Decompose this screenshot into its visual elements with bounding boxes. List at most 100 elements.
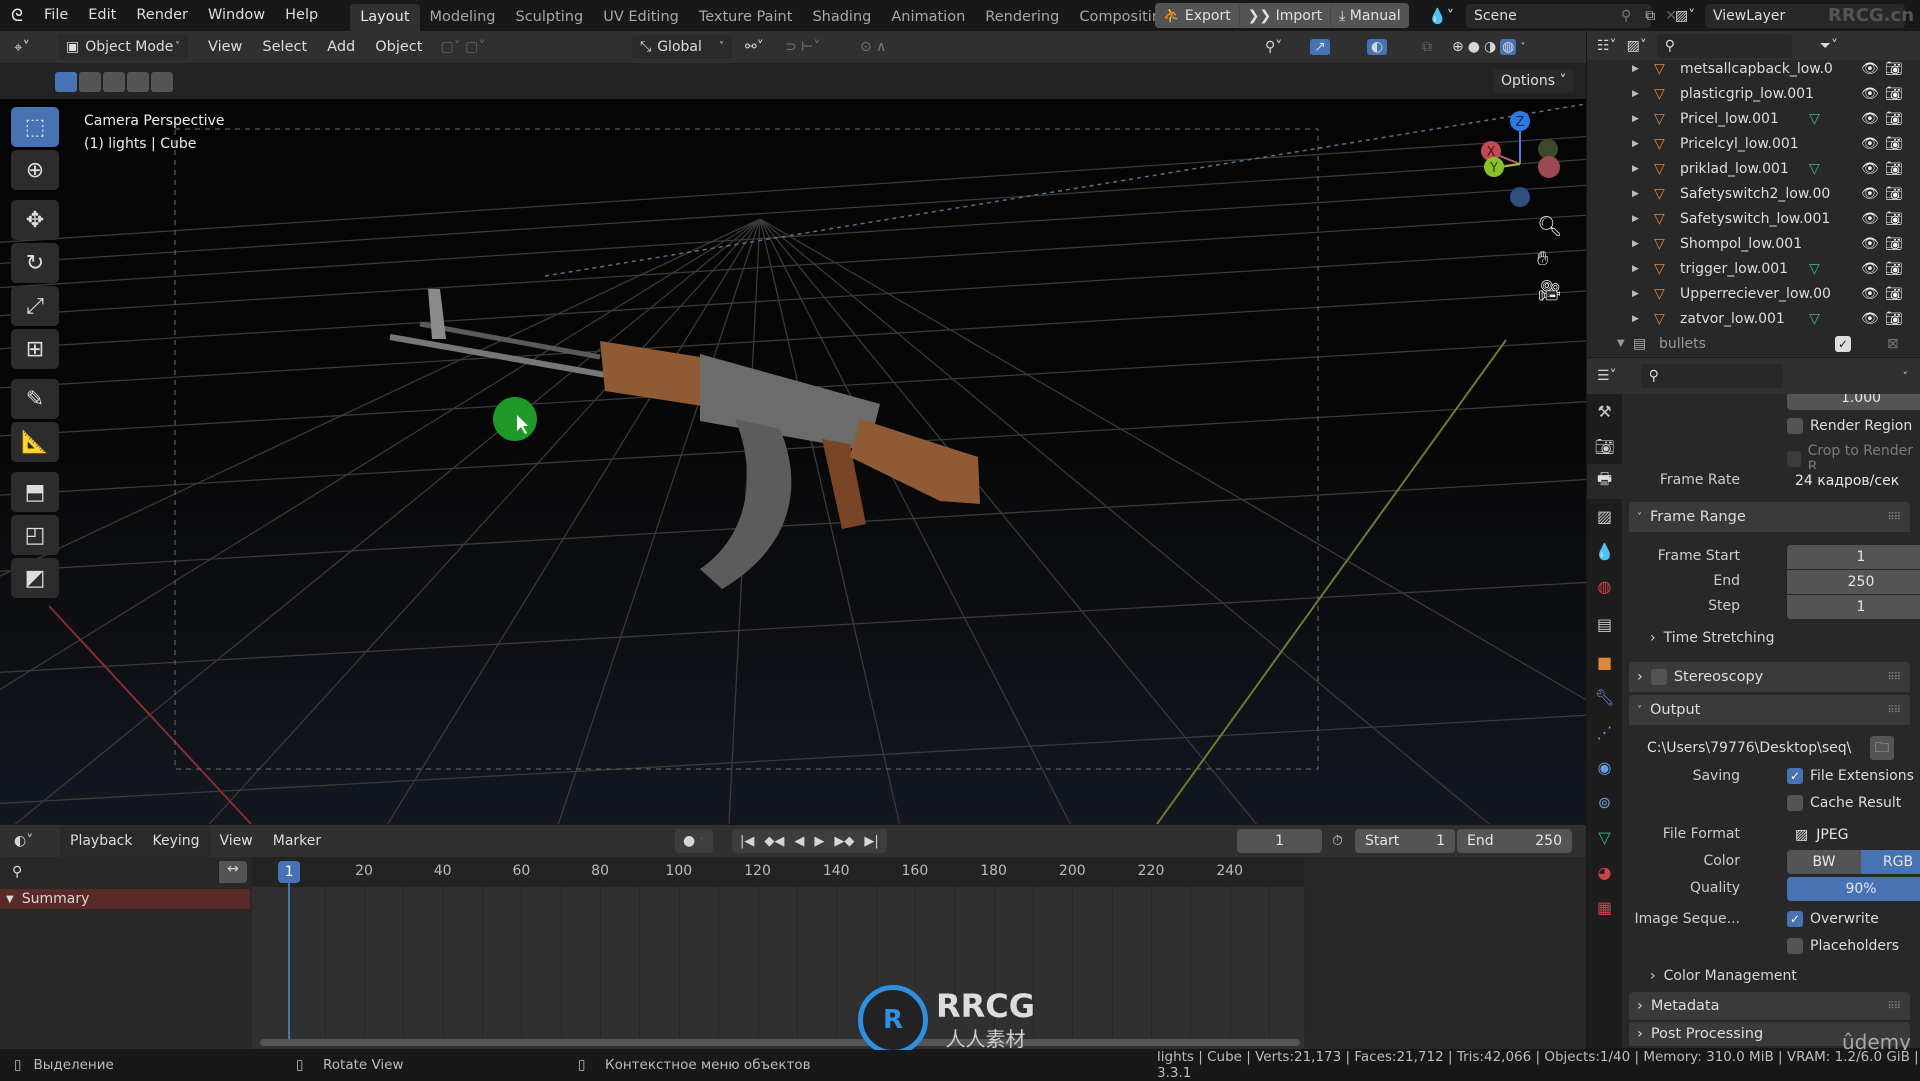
- stereoscopy-checkbox[interactable]: [1650, 669, 1667, 685]
- camera-render-icon[interactable]: 📷︎: [1885, 136, 1903, 152]
- stopwatch-icon[interactable]: ⏱: [1332, 833, 1343, 849]
- tool-tab-icon[interactable]: ⚒: [1587, 394, 1622, 429]
- 3d-viewport[interactable]: Z X Y Camera Perspective (1) lights | Cu…: [0, 99, 1586, 824]
- properties-search[interactable]: ⚲: [1640, 364, 1783, 388]
- prev-keyframe-icon[interactable]: ◆◀: [764, 834, 784, 849]
- expand-arrow-icon[interactable]: ▼: [6, 894, 14, 905]
- drag-handle-icon[interactable]: ⠿⠿: [1887, 512, 1901, 523]
- outliner-item[interactable]: ▶ ▽ Safetyswitch2_low.00 👁︎ 📷︎: [1587, 181, 1920, 206]
- camera-render-icon[interactable]: 📷︎: [1885, 61, 1903, 77]
- collection-checkbox[interactable]: ✓: [1835, 335, 1851, 352]
- mesh-data-tab-icon[interactable]: ▽: [1587, 820, 1622, 855]
- camera-render-icon[interactable]: 📷︎: [1885, 261, 1903, 277]
- texture-tab-icon[interactable]: ▦: [1587, 890, 1622, 925]
- current-frame-field[interactable]: 1: [1237, 829, 1322, 853]
- viewport-menu-add[interactable]: Add: [317, 32, 365, 63]
- select-intersect-icon[interactable]: [151, 72, 173, 92]
- channel-search-input[interactable]: ⚲: [4, 861, 219, 883]
- menu-help[interactable]: Help: [275, 0, 328, 31]
- expand-arrow-icon[interactable]: ▶: [1632, 264, 1654, 274]
- snap-icon[interactable]: ⊃ ⊢˅: [785, 39, 820, 55]
- file-extensions-checkbox[interactable]: ✓ File Extensions: [1787, 768, 1914, 784]
- end-frame-field[interactable]: End 250: [1457, 829, 1572, 853]
- mesh-data-icon[interactable]: ▽: [1809, 261, 1820, 277]
- import-button[interactable]: ❯❯ Import: [1238, 3, 1331, 28]
- visibility-icon[interactable]: ⚲˅: [1265, 39, 1282, 55]
- eye-icon[interactable]: 👁︎: [1861, 61, 1879, 77]
- expand-arrow-icon[interactable]: ▶: [1632, 64, 1654, 74]
- view-layer-tab-icon[interactable]: ▨: [1587, 499, 1622, 534]
- eye-icon[interactable]: 👁︎: [1861, 311, 1879, 327]
- material-shading-icon[interactable]: ◑: [1484, 39, 1496, 55]
- next-keyframe-icon[interactable]: ▶◆: [834, 834, 854, 849]
- select-new-icon[interactable]: [55, 72, 77, 92]
- frame-step-field[interactable]: 1: [1787, 595, 1920, 619]
- outliner-item[interactable]: ▶ ▽ Safetyswitch_low.001 👁︎ 📷︎: [1587, 206, 1920, 231]
- material-tab-icon[interactable]: ◕: [1587, 855, 1622, 890]
- output-path-field[interactable]: C:\Users\79776\Desktop\seq\: [1639, 736, 1865, 760]
- pin-icon[interactable]: ⚲: [1621, 8, 1631, 24]
- placeholders-checkbox[interactable]: Placeholders: [1787, 938, 1899, 954]
- particles-tab-icon[interactable]: ⋰: [1587, 715, 1622, 750]
- viewport-menu-view[interactable]: View: [198, 32, 252, 63]
- outliner-item[interactable]: ▶ ▽ trigger_low.001 ▽ 👁︎ 📷︎: [1587, 256, 1920, 281]
- expand-arrow-icon[interactable]: ▶: [1632, 189, 1654, 199]
- cursor-tool[interactable]: ⊕: [11, 150, 59, 190]
- expand-arrow-icon[interactable]: ▼: [1617, 338, 1633, 349]
- pivot-point-icon[interactable]: ⚯˅: [745, 39, 764, 55]
- viewport-menu-select[interactable]: Select: [252, 32, 317, 63]
- wireframe-shading-icon[interactable]: ⊕: [1452, 39, 1464, 55]
- viewport-menu-object[interactable]: Object: [365, 32, 432, 63]
- constraints-tab-icon[interactable]: ⊚: [1587, 785, 1622, 820]
- move-tool[interactable]: ✥: [11, 200, 59, 240]
- gizmo-toggle-icon[interactable]: ↗: [1310, 39, 1330, 55]
- filter-icon[interactable]: ⏷˅: [1820, 38, 1838, 54]
- playhead[interactable]: 1: [278, 861, 301, 883]
- overwrite-checkbox[interactable]: ✓ Overwrite: [1787, 911, 1879, 927]
- eye-icon[interactable]: 👁︎: [1861, 86, 1879, 102]
- extrude-tool[interactable]: ◰: [11, 515, 59, 555]
- menu-file[interactable]: File: [34, 0, 78, 31]
- color-rgb-option[interactable]: RGB: [1861, 850, 1920, 874]
- timeline-menu-view[interactable]: View: [210, 826, 263, 857]
- frame-rate-dropdown[interactable]: 24 кадров/сек˅: [1787, 469, 1920, 493]
- dopesheet-area[interactable]: 20 40 60 80 100 120 140 160 180 200 220 240 1: [252, 857, 1310, 1049]
- pan-hand-icon[interactable]: ✋︎: [1537, 246, 1562, 270]
- tab-layout[interactable]: Layout: [350, 4, 420, 31]
- tab-shading[interactable]: Shading: [802, 4, 881, 31]
- timeline[interactable]: ⚲ ↔ ▼ Summary 20 40 60 80 100 120 140 160 180 200…: [0, 857, 1586, 1055]
- shear-tool[interactable]: ◩: [11, 558, 59, 598]
- swap-arrows-icon[interactable]: ↔: [219, 861, 247, 883]
- proportional-edit-icon[interactable]: ⊙ ∧: [860, 39, 886, 55]
- new-scene-icon[interactable]: ⧉: [1645, 8, 1655, 24]
- output-panel-header[interactable]: ˅ Output ⠿⠿: [1629, 695, 1910, 725]
- object-tab-icon[interactable]: ■: [1587, 645, 1622, 680]
- frame-end-field[interactable]: 250: [1787, 570, 1920, 594]
- timeline-menu-marker[interactable]: Marker: [263, 826, 331, 857]
- eye-icon[interactable]: 👁︎: [1861, 286, 1879, 302]
- expand-arrow-icon[interactable]: ▶: [1632, 289, 1654, 299]
- mesh-data-icon[interactable]: ▽: [1809, 311, 1820, 327]
- view-layer-icon[interactable]: ▨˅: [1675, 8, 1705, 24]
- render-region-checkbox[interactable]: Render Region: [1787, 418, 1912, 434]
- editor-type-icon[interactable]: ☰˅: [1597, 368, 1617, 384]
- eye-icon[interactable]: 👁︎: [1861, 111, 1879, 127]
- annotate-tool[interactable]: ✎: [11, 379, 59, 419]
- timeline-editor-icon[interactable]: ◐˅: [14, 833, 50, 849]
- select-box-tool[interactable]: ⬚: [11, 107, 59, 147]
- expand-arrow-icon[interactable]: ▶: [1632, 164, 1654, 174]
- filter-view-icon[interactable]: ▨˅: [1627, 38, 1647, 54]
- camera-render-icon[interactable]: 📷︎: [1885, 111, 1903, 127]
- horizontal-scrollbar[interactable]: [260, 1039, 1300, 1046]
- transform-orientation-dropdown[interactable]: ⤡ Global ˅: [632, 35, 732, 59]
- output-tab-icon[interactable]: 🖶: [1587, 464, 1622, 499]
- physics-tab-icon[interactable]: ◉: [1587, 750, 1622, 785]
- tab-uv-editing[interactable]: UV Editing: [593, 4, 689, 31]
- tab-rendering[interactable]: Rendering: [975, 4, 1069, 31]
- expand-arrow-icon[interactable]: ▶: [1632, 89, 1654, 99]
- expand-arrow-icon[interactable]: ▶: [1632, 314, 1654, 324]
- camera-render-icon[interactable]: 📷︎: [1885, 211, 1903, 227]
- add-cube-tool[interactable]: ⬒: [11, 472, 59, 512]
- tab-modeling[interactable]: Modeling: [420, 4, 506, 31]
- export-button[interactable]: ⛹ Export: [1155, 3, 1239, 28]
